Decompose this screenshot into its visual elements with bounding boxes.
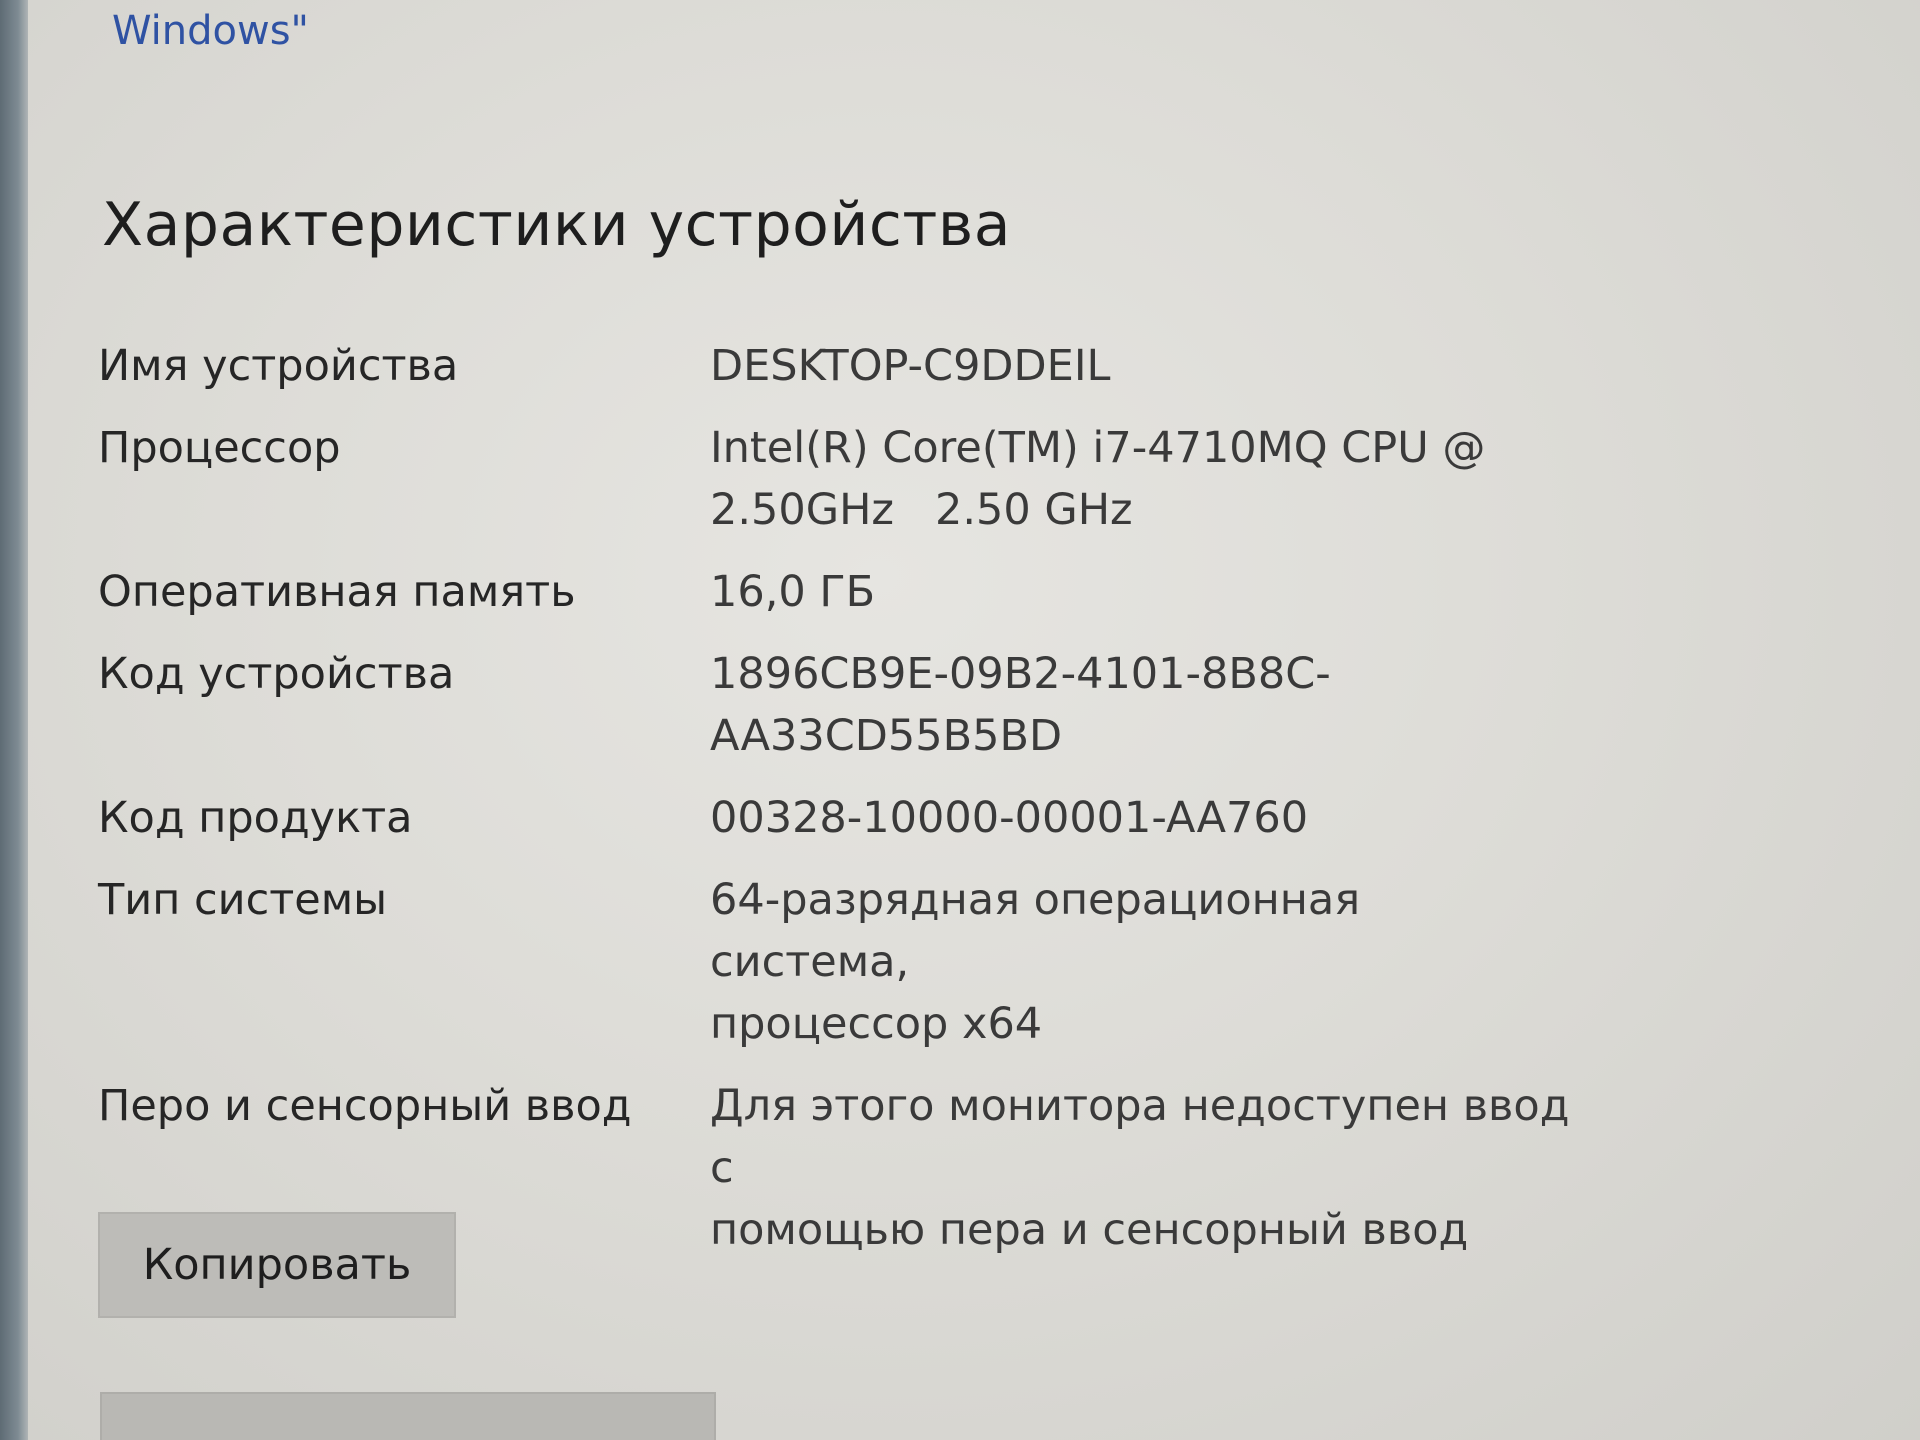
rename-pc-button[interactable]	[100, 1392, 716, 1440]
spec-label: Процессор	[98, 423, 341, 473]
window-edge	[0, 0, 30, 1440]
spec-row-processor: Процессор Intel(R) Core(TM) i7-4710MQ CP…	[98, 417, 1598, 541]
spec-value-line: DESKTOP-C9DDEIL	[710, 341, 1111, 391]
spec-value-line: 00328-10000-00001-AA760	[710, 793, 1309, 843]
spec-value: Для этого монитора недоступен ввод с пом…	[710, 1075, 1570, 1261]
spec-value: Intel(R) Core(TM) i7-4710MQ CPU @ 2.50GH…	[710, 417, 1570, 541]
spec-value: 1896CB9E-09B2-4101-8B8C- AA33CD55B5BD	[710, 643, 1570, 767]
spec-label: Код продукта	[98, 793, 413, 843]
spec-value-line: Intel(R) Core(TM) i7-4710MQ CPU @	[710, 423, 1486, 473]
spec-value: 64-разрядная операционная система, проце…	[710, 869, 1570, 1055]
spec-value-line: 2.50GHz 2.50 GHz	[710, 485, 1133, 535]
spec-row-product-id: Код продукта 00328-10000-00001-AA760	[98, 787, 1598, 849]
spec-value-line: Для этого монитора недоступен ввод с	[710, 1081, 1570, 1193]
copy-button[interactable]: Копировать	[98, 1212, 456, 1318]
spec-value-line: 16,0 ГБ	[710, 567, 876, 617]
device-specs-list: Имя устройства DESKTOP-C9DDEIL Процессор…	[98, 335, 1598, 1281]
section-title: Характеристики устройства	[102, 190, 1011, 260]
spec-value: DESKTOP-C9DDEIL	[710, 335, 1570, 397]
spec-value: 00328-10000-00001-AA760	[710, 787, 1570, 849]
spec-row-ram: Оперативная память 16,0 ГБ	[98, 561, 1598, 623]
spec-row-system-type: Тип системы 64-разрядная операционная си…	[98, 869, 1598, 1055]
spec-value-line: 64-разрядная операционная система,	[710, 875, 1361, 987]
settings-panel: Windows" Характеристики устройства Имя у…	[28, 0, 1920, 1440]
spec-value-line: помощью пера и сенсорный ввод	[710, 1205, 1469, 1255]
spec-label: Код устройства	[98, 649, 455, 699]
spec-label: Тип системы	[98, 875, 388, 925]
spec-value-line: 1896CB9E-09B2-4101-8B8C-	[710, 649, 1331, 699]
spec-label: Оперативная память	[98, 567, 576, 617]
spec-value: 16,0 ГБ	[710, 561, 1570, 623]
spec-row-device-id: Код устройства 1896CB9E-09B2-4101-8B8C- …	[98, 643, 1598, 767]
spec-label: Имя устройства	[98, 341, 459, 391]
spec-row-device-name: Имя устройства DESKTOP-C9DDEIL	[98, 335, 1598, 397]
spec-value-line: AA33CD55B5BD	[710, 711, 1063, 761]
windows-link[interactable]: Windows"	[112, 8, 309, 54]
spec-value-line: процессор x64	[710, 999, 1043, 1049]
